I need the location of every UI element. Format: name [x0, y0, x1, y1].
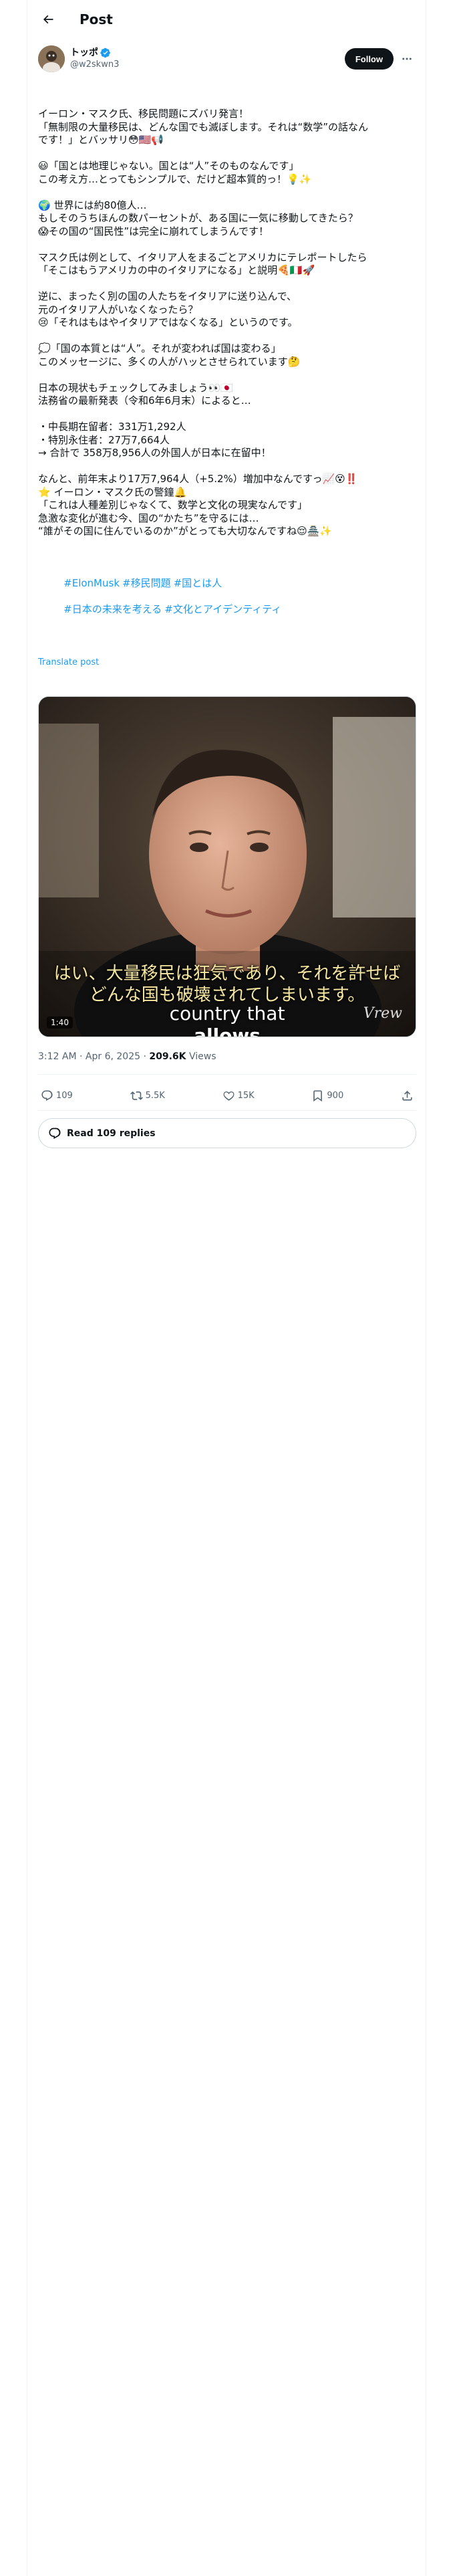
post-text-line: 法務省の最新発表（令和6年6月末）によると…: [38, 395, 251, 407]
share-icon: [402, 1090, 412, 1101]
views-count: 209.6K: [149, 1051, 186, 1062]
post-text-line: [38, 147, 416, 160]
repost-button[interactable]: 5.5K: [130, 1089, 165, 1102]
read-replies-label: Read 109 replies: [67, 1128, 156, 1139]
post-text-line: [38, 368, 416, 382]
top-bar: Post: [27, 0, 427, 38]
post-text-line: この考え方…とってもシンプルで、だけど超本質的っ！💡✨: [38, 173, 312, 185]
views-label: Views: [188, 1051, 216, 1062]
post-time[interactable]: 3:12 AM: [38, 1051, 77, 1062]
post-text-line: [38, 186, 416, 199]
speech-bubble-icon: [49, 1128, 61, 1139]
handle[interactable]: @w2skwn3: [70, 59, 345, 71]
avatar[interactable]: [38, 45, 65, 72]
post-text-line: 😃「国とは地理じゃない。国とは“人”そのものなんです」: [38, 160, 299, 172]
divider: [38, 1074, 416, 1075]
post-text-line: 逆に、まったく別の国の人たちをイタリアに送り込んで、: [38, 290, 297, 302]
bookmark-button[interactable]: 900: [311, 1089, 343, 1102]
action-bar: 109 5.5K 15K 900: [38, 1081, 416, 1110]
reply-count: 109: [56, 1090, 73, 1101]
video-watermark: Vrew: [363, 1005, 402, 1022]
hashtag-link[interactable]: #文化とアイデンティティ: [164, 603, 281, 615]
hashtag-link[interactable]: #国とは人: [174, 577, 222, 589]
share-button[interactable]: [401, 1089, 414, 1102]
post-text-line: 「これは人種差別じゃなくて、数学と文化の現実なんです」: [38, 499, 308, 511]
bookmark-icon: [313, 1090, 323, 1101]
video-player[interactable]: はい、大量移民は狂気であり、それを許せば どんな国も破壊されてしまいます。 co…: [38, 696, 416, 1037]
back-button[interactable]: [37, 8, 59, 31]
post-meta: 3:12 AM · Apr 6, 2025 · 209.6K Views: [38, 1051, 416, 1062]
post-text-line: 😢「それはもはやイタリアではなくなる」というのです。: [38, 316, 298, 328]
verified-badge-icon: [100, 47, 110, 58]
post-lines: イーロン・マスク氏、移民問題にズバリ発言！ 「無制限の大量移民は、どんな国でも滅ぼ…: [38, 108, 416, 538]
post-text-line: このメッセージに、多くの人がハッとさせられています🤔: [38, 355, 301, 368]
hashtag-link[interactable]: #移民問題: [122, 577, 171, 589]
like-count: 15K: [237, 1090, 255, 1101]
post-text-line: です！」とバッサリ😳🇺🇸📢: [38, 134, 164, 146]
follow-button[interactable]: Follow: [344, 48, 394, 70]
bookmark-count: 900: [327, 1090, 344, 1101]
post-text-line: 「そこはもうアメリカの中のイタリアになる」と説明🍕🇮🇹🚀: [38, 264, 315, 276]
post-column: Post トッポ @w2skwn3 Follow イーロン・マスク氏、移民問題に…: [27, 0, 426, 2576]
ellipsis-icon: [402, 58, 412, 60]
post-text-line: [38, 408, 416, 421]
meta-separator: ·: [80, 1051, 86, 1062]
post-text-line: 「無制限の大量移民は、どんな国でも滅ぼします。それは“数学”の話なん: [38, 120, 369, 133]
video-caption-line: country that: [169, 1002, 285, 1025]
post-text-line: マスク氏は例として、イタリア人をまるごとアメリカにテレポートしたら: [38, 251, 367, 263]
post-text: イーロン・マスク氏、移民問題にズバリ発言！ 「無制限の大量移民は、どんな国でも滅ぼ…: [38, 82, 416, 695]
repost-icon: [130, 1091, 143, 1100]
hashtag-link[interactable]: #日本の未来を考える: [63, 603, 162, 615]
reply-icon: [41, 1090, 53, 1101]
post-text-line: 🌍 世界には約80億人…: [38, 199, 147, 211]
post-author: トッポ @w2skwn3 Follow: [38, 43, 416, 75]
hashtag-list: #ElonMusk #移民問題 #国とは人 #日本の未来を考える #文化とアイデンティ…: [38, 564, 416, 630]
display-name[interactable]: トッポ: [70, 47, 98, 59]
more-options-button[interactable]: [398, 49, 416, 68]
post-date[interactable]: Apr 6, 2025: [86, 1051, 140, 1062]
post-text-line: 元のイタリア人がいなくなったら？: [38, 303, 198, 316]
arrow-left-icon: [43, 15, 53, 23]
page: Post トッポ @w2skwn3 Follow イーロン・マスク氏、移民問題に…: [0, 0, 451, 2576]
post-text-line: → 合計で 358万8,956人の外国人が日本に在留中！: [38, 447, 271, 459]
heart-icon: [223, 1091, 234, 1101]
video-duration: 1:40: [47, 1016, 73, 1029]
repost-count: 5.5K: [145, 1090, 165, 1101]
reply-button[interactable]: 109: [41, 1089, 73, 1102]
post-text-line: ・中長期在留者：331万1,292人: [38, 421, 186, 433]
post-text-line: [38, 238, 416, 251]
post-text-line: [38, 460, 416, 473]
hashtag-link[interactable]: #ElonMusk: [63, 577, 120, 589]
name-row: トッポ: [70, 47, 345, 59]
post-text-line: 急激な変化が進む今、国の“かたち”を守るには…: [38, 512, 259, 524]
author-names: トッポ @w2skwn3: [70, 47, 345, 71]
read-replies-button[interactable]: Read 109 replies: [38, 1118, 416, 1148]
post-text-line: [38, 330, 416, 343]
post-text-line: もしそのうちほんの数パーセントが、ある国に一気に移動してきたら？: [38, 212, 358, 224]
divider: [38, 1110, 416, 1111]
page-title: Post: [80, 11, 113, 27]
post-text-line: 💭「国の本質とは“人”。それが変われば国は変わる」: [38, 342, 281, 354]
post-text-line: ⭐ イーロン・マスク氏の警鐘🔔: [38, 486, 187, 498]
post-text-line: 😱その国の“国民性”は完全に崩れてしまうんです！: [38, 225, 269, 237]
like-button[interactable]: 15K: [222, 1089, 255, 1102]
avatar-image: [38, 45, 65, 72]
post-text-line: “誰がその国に住んでいるのか”がとっても大切なんですね😌🏯✨: [38, 525, 333, 537]
post-text-line: なんと、前年末より17万7,964人（+5.2%）増加中なんですっ📈😵‼️: [38, 473, 358, 485]
translate-post-link[interactable]: Translate post: [38, 656, 416, 669]
post-text-line: 日本の現状もチェックしてみましょう👀🇯🇵: [38, 381, 233, 394]
video-caption-line: allows: [194, 1025, 261, 1037]
post-text-line: [38, 278, 416, 291]
post-text-line: イーロン・マスク氏、移民問題にズバリ発言！: [38, 108, 249, 120]
post-text-line: ・特別永住者：27万7,664人: [38, 433, 170, 446]
